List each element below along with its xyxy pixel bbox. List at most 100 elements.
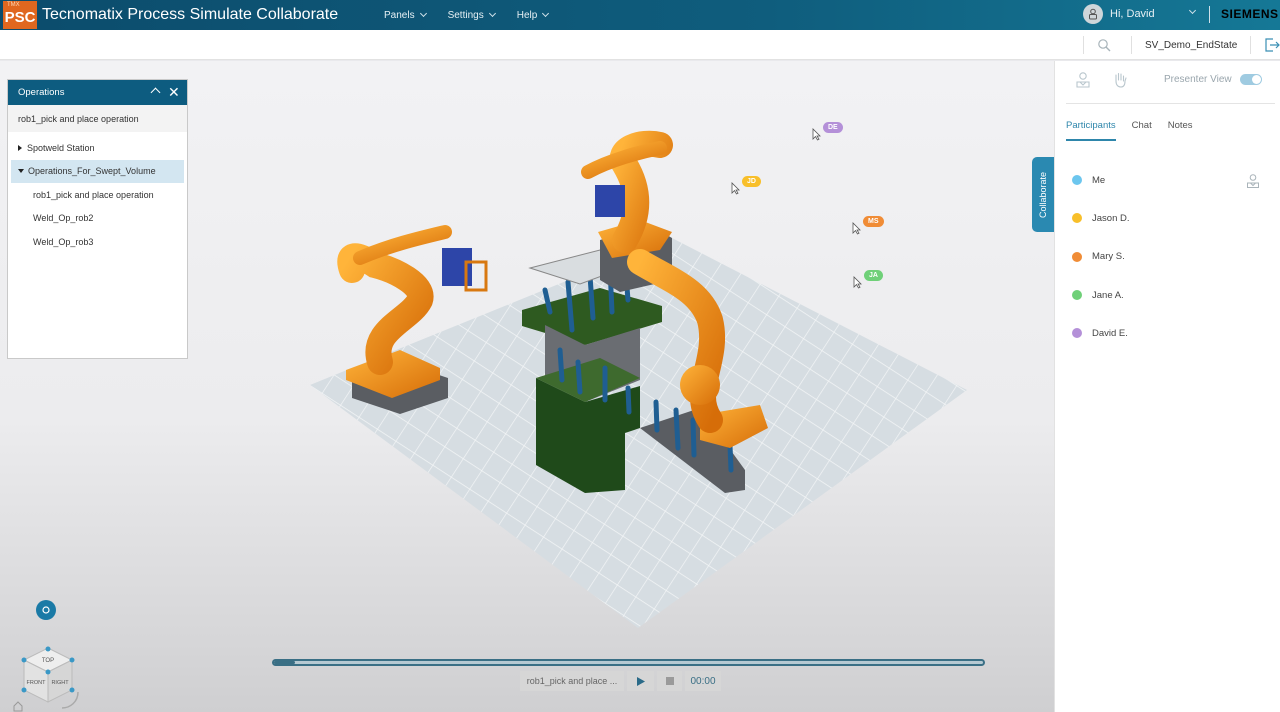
pointer-icon	[812, 128, 821, 141]
operations-panel: Operations ✕ rob1_pick and place operati…	[7, 79, 188, 359]
divider	[1083, 36, 1084, 54]
tree-item-spotweld-station[interactable]: Spotweld Station	[8, 136, 187, 160]
raise-hand-icon[interactable]	[1113, 71, 1127, 89]
document-bar	[0, 30, 1280, 60]
stop-icon	[665, 677, 674, 685]
cursor-badge: MS	[863, 216, 884, 227]
cursor-de: DE	[812, 122, 843, 141]
tab-notes[interactable]: Notes	[1168, 120, 1193, 141]
pointer-icon	[852, 222, 861, 235]
participants-list: Me Jason D. Mary S. Jane A. David E.	[1072, 161, 1272, 352]
collaborate-tab[interactable]: Collaborate	[1032, 157, 1054, 232]
participant-name: Mary S.	[1092, 251, 1125, 263]
selected-operation: rob1_pick and place operation	[8, 105, 187, 132]
header-divider	[1209, 6, 1210, 23]
tree-item-rob1-pick-and-place[interactable]: rob1_pick and place operation	[8, 183, 187, 207]
fit-view-button[interactable]	[36, 600, 56, 620]
home-view-icon[interactable]	[13, 701, 23, 712]
operations-panel-header: Operations ✕	[8, 80, 187, 105]
exit-session-icon[interactable]	[1264, 37, 1280, 53]
participant-item[interactable]: David E.	[1072, 314, 1272, 352]
view-cube-right[interactable]: RIGHT	[51, 680, 69, 686]
view-cube-front[interactable]: FRONT	[27, 680, 47, 686]
participant-item[interactable]: Jane A.	[1072, 276, 1272, 314]
playback-controls: rob1_pick and place ... 00:00	[520, 671, 721, 691]
presenter-view-label: Presenter View	[1164, 74, 1232, 85]
tree-item-operations-for-swept-volume[interactable]: Operations_For_Swept_Volume	[11, 159, 184, 183]
tree-item-weld-op-rob2[interactable]: Weld_Op_rob2	[8, 207, 187, 231]
tree-item-label: Weld_Op_rob2	[33, 213, 94, 224]
operations-panel-title: Operations	[18, 87, 65, 98]
user-menu[interactable]: Hi, David	[1083, 4, 1155, 24]
timeline-progress	[274, 661, 296, 664]
expand-icon[interactable]	[18, 144, 22, 151]
presenter-icon[interactable]	[1075, 71, 1091, 89]
participant-color-dot	[1072, 328, 1082, 339]
collapse-icon[interactable]	[150, 87, 161, 98]
search-icon[interactable]	[1097, 38, 1111, 52]
participant-color-dot	[1072, 290, 1082, 301]
rotate-view-icon[interactable]	[61, 691, 79, 709]
chevron-down-icon	[419, 9, 427, 18]
cursor-ja: JA	[853, 270, 883, 289]
app-title: Tecnomatix Process Simulate Collaborate	[42, 6, 339, 23]
target-icon	[42, 606, 50, 614]
presenter-badge-icon	[1247, 174, 1259, 188]
logo-text: PSC	[4, 9, 36, 26]
tree-item-label: Spotweld Station	[27, 142, 95, 153]
menu-settings-label: Settings	[447, 9, 484, 21]
user-avatar-icon	[1083, 4, 1103, 24]
collaborate-tab-label: Collaborate	[1038, 171, 1048, 218]
tab-chat[interactable]: Chat	[1132, 120, 1152, 141]
participant-item[interactable]: Jason D.	[1072, 199, 1272, 237]
divider	[1066, 103, 1275, 104]
user-greeting: Hi, David	[1110, 8, 1155, 20]
participant-name: David E.	[1092, 327, 1128, 339]
participant-item[interactable]: Me	[1072, 161, 1272, 199]
operations-tree: Spotweld Station Operations_For_Swept_Vo…	[8, 132, 187, 254]
brand-logo: SIEMENS	[1221, 7, 1279, 21]
playback-operation-name: rob1_pick and place ...	[520, 671, 624, 691]
timeline-slider[interactable]	[272, 659, 985, 666]
menu-settings[interactable]: Settings	[447, 9, 496, 21]
cursor-badge: JD	[742, 176, 761, 187]
pointer-icon	[731, 182, 740, 195]
participant-color-dot	[1072, 213, 1082, 224]
participant-color-dot	[1072, 251, 1082, 262]
participant-name: Jason D.	[1092, 212, 1130, 224]
view-cube[interactable]: TOP FRONT RIGHT	[12, 640, 84, 712]
document-name: SV_Demo_EndState	[1145, 40, 1238, 51]
tab-participants[interactable]: Participants	[1066, 120, 1116, 141]
tree-item-weld-op-rob3[interactable]: Weld_Op_rob3	[8, 230, 187, 254]
menu-help[interactable]: Help	[517, 9, 550, 21]
collaboration-panel: Presenter View Participants Chat Notes M…	[1054, 61, 1280, 712]
main-menu: Panels Settings Help	[384, 0, 550, 30]
chevron-down-icon	[542, 9, 550, 18]
cursor-badge: JA	[864, 270, 883, 281]
participant-color-dot	[1072, 175, 1082, 186]
menu-panels[interactable]: Panels	[384, 9, 427, 21]
tree-item-label: Weld_Op_rob3	[33, 236, 94, 247]
play-icon	[636, 676, 645, 686]
divider	[1131, 36, 1132, 54]
logo-subtext: TMX	[7, 2, 20, 8]
collapse-tree-icon[interactable]	[18, 169, 24, 174]
chevron-down-icon	[488, 9, 496, 18]
cursor-jd: JD	[731, 176, 761, 195]
participant-item[interactable]: Mary S.	[1072, 238, 1272, 276]
stop-button[interactable]	[657, 671, 682, 691]
collaboration-tabs: Participants Chat Notes	[1066, 120, 1193, 141]
app-logo: TMX PSC	[3, 1, 37, 29]
tree-item-label: rob1_pick and place operation	[33, 189, 154, 200]
menu-panels-label: Panels	[384, 9, 415, 21]
participant-name: Me	[1092, 174, 1106, 186]
tree-item-label: Operations_For_Swept_Volume	[28, 166, 156, 177]
cursor-badge: DE	[823, 122, 843, 133]
playback-time: 00:00	[685, 671, 721, 691]
pointer-icon	[853, 276, 862, 289]
participant-name: Jane A.	[1092, 289, 1124, 301]
view-cube-top[interactable]: TOP	[42, 658, 54, 664]
close-icon[interactable]: ✕	[168, 85, 180, 99]
presenter-view-toggle[interactable]	[1240, 74, 1262, 85]
play-button[interactable]	[627, 671, 654, 691]
